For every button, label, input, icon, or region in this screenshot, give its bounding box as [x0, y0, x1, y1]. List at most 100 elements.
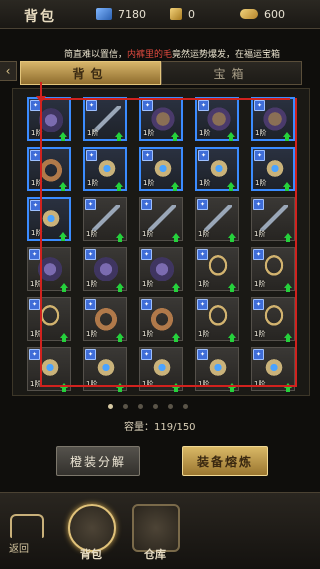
guide-arrow-icon — [36, 82, 46, 103]
decompose-orange-button[interactable]: 橙装分解 — [56, 446, 140, 476]
bag-slot[interactable]: ✦ 1阶 — [195, 247, 239, 292]
item-level: 1阶 — [143, 179, 155, 187]
gold-ingot-icon — [240, 9, 258, 19]
page-dot[interactable] — [183, 404, 188, 409]
nav-bag-label: 背包 — [80, 548, 102, 561]
broadcast-ticker: 简直难以置信，内裤里的毛竟然运势爆发，在福运宝箱 — [0, 46, 320, 60]
page-dot[interactable] — [138, 404, 143, 409]
guide-line — [40, 98, 290, 100]
tab-bar: 背包 宝箱 — [20, 61, 302, 85]
ring-icon — [148, 355, 176, 381]
page-dot[interactable] — [123, 404, 128, 409]
item-level: 1阶 — [86, 330, 98, 338]
bag-slot[interactable]: ✦ 1阶 — [83, 147, 127, 191]
upgrade-arrow-icon — [60, 283, 68, 292]
spear-icon — [204, 205, 232, 231]
bag-slot[interactable]: ✦ 1阶 — [27, 197, 71, 241]
diamond-count: 7180 — [118, 7, 146, 21]
necklace-icon — [260, 305, 288, 331]
upgrade-arrow-icon — [60, 333, 68, 342]
guide-line — [40, 385, 297, 387]
bag-slot[interactable]: ✦ 1阶 — [139, 297, 183, 342]
return-icon — [10, 514, 44, 538]
bag-slot[interactable]: ✦ 1阶 — [251, 97, 295, 141]
bag-slot[interactable]: ✦ 1阶 — [83, 97, 127, 141]
ticker-prefix: 简直难以置信， — [64, 50, 128, 60]
upgrade-arrow-icon — [228, 333, 236, 342]
chevron-left-icon[interactable]: ‹ — [0, 61, 17, 81]
bag-slot[interactable]: ✦ 1阶 — [83, 197, 127, 242]
item-level: 1阶 — [142, 230, 154, 238]
page-dot[interactable] — [168, 404, 173, 409]
necklace-icon — [204, 305, 232, 331]
item-level: 1阶 — [143, 129, 155, 137]
spear-icon — [260, 205, 288, 231]
upgrade-arrow-icon — [172, 333, 180, 342]
ingot-count: 600 — [264, 7, 285, 21]
necklace-icon — [204, 255, 232, 281]
tab-chest[interactable]: 宝箱 — [161, 61, 302, 85]
item-level: 1阶 — [254, 230, 266, 238]
item-level: 1阶 — [254, 380, 266, 388]
upgrade-arrow-icon — [59, 182, 67, 191]
upgrade-arrow-icon — [228, 283, 236, 292]
resource-ticket: 0 — [170, 5, 195, 23]
upgrade-arrow-icon — [284, 333, 292, 342]
bag-slot[interactable]: ✦ 1阶 — [139, 147, 183, 191]
ring-icon — [260, 355, 288, 381]
upgrade-arrow-icon — [284, 283, 292, 292]
item-level: 1阶 — [142, 380, 154, 388]
back-button[interactable]: 返回 — [4, 510, 44, 562]
bag-slot[interactable]: ✦ 1阶 — [251, 197, 295, 242]
bracer-icon — [92, 255, 120, 281]
item-level: 1阶 — [87, 179, 99, 187]
bag-slot[interactable]: ✦ 1阶 — [195, 147, 239, 191]
bag-slot[interactable]: ✦ 1阶 — [139, 97, 183, 141]
bag-slot[interactable]: ✦ 1阶 — [195, 297, 239, 342]
item-level: 1阶 — [198, 380, 210, 388]
spear-icon — [148, 205, 176, 231]
ring-icon — [204, 355, 232, 381]
belt-icon — [92, 305, 120, 331]
bag-slot[interactable]: ✦ 1阶 — [27, 147, 71, 191]
upgrade-arrow-icon — [116, 283, 124, 292]
bag-slot[interactable]: ✦ 1阶 — [83, 247, 127, 292]
item-level: 1阶 — [254, 330, 266, 338]
item-level: 1阶 — [198, 280, 210, 288]
bag-slot[interactable]: ✦ 1阶 — [139, 247, 183, 292]
resource-diamond: 7180 — [96, 5, 146, 23]
upgrade-arrow-icon — [116, 233, 124, 242]
bag-slot[interactable]: ✦ 1阶 — [27, 247, 71, 292]
bag-slot[interactable]: ✦ 1阶 — [27, 97, 71, 141]
bag-slot[interactable]: ✦ 1阶 — [195, 197, 239, 242]
item-level: 1阶 — [198, 330, 210, 338]
item-level: 1阶 — [199, 129, 211, 137]
page-dot[interactable] — [153, 404, 158, 409]
upgrade-arrow-icon — [59, 132, 67, 141]
necklace-icon — [260, 255, 288, 281]
page-dot[interactable] — [108, 404, 113, 409]
upgrade-arrow-icon — [227, 132, 235, 141]
bag-slot[interactable]: ✦ 1阶 — [83, 297, 127, 342]
bag-slot[interactable]: ✦ 1阶 — [27, 297, 71, 342]
nav-warehouse[interactable]: 仓库 — [126, 500, 184, 562]
bag-slot[interactable]: ✦ 1阶 — [251, 297, 295, 342]
upgrade-arrow-icon — [115, 182, 123, 191]
upgrade-arrow-icon — [59, 232, 67, 241]
upgrade-arrow-icon — [172, 233, 180, 242]
bag-slot[interactable]: ✦ 1阶 — [251, 147, 295, 191]
capacity-label: 容量：119/150 — [124, 422, 196, 433]
resource-ingot: 600 — [240, 5, 285, 23]
ring-icon — [92, 355, 120, 381]
bag-slot[interactable]: ✦ 1阶 — [139, 197, 183, 242]
upgrade-arrow-icon — [283, 132, 291, 141]
bag-slot[interactable]: ✦ 1阶 — [251, 247, 295, 292]
item-level: 1阶 — [198, 230, 210, 238]
guide-line — [295, 98, 297, 387]
smelt-equipment-button[interactable]: 装备熔炼 — [182, 446, 268, 476]
nav-bag[interactable]: 背包 — [62, 500, 120, 562]
item-level: 1阶 — [255, 179, 267, 187]
warehouse-icon — [132, 504, 180, 552]
ticket-count: 0 — [188, 7, 195, 21]
bag-slot[interactable]: ✦ 1阶 — [195, 97, 239, 141]
